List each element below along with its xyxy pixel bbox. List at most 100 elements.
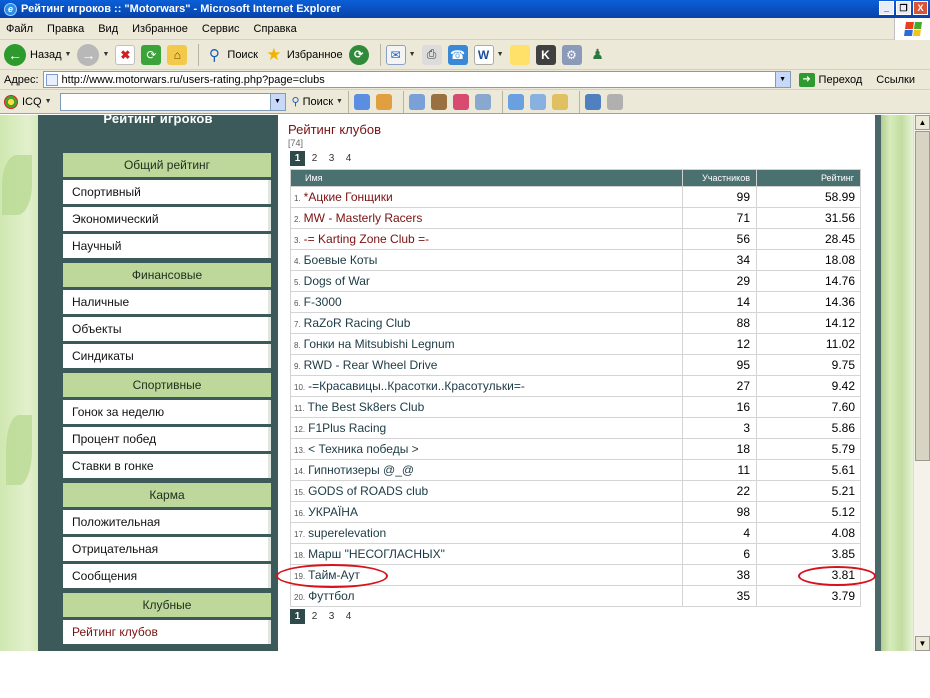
k-button[interactable]: K (535, 44, 556, 65)
club-name-link[interactable]: superelevation (308, 526, 386, 540)
refresh-button[interactable]: ⟳ (141, 44, 162, 65)
column-header-rating[interactable]: Рейтинг (756, 169, 861, 187)
page-3-link[interactable]: 3 (324, 151, 339, 166)
go-button[interactable]: Переход (819, 74, 863, 86)
globe-icon[interactable] (353, 93, 370, 110)
mail-button[interactable]: ✉ ▼ (385, 44, 416, 65)
chevron-down-icon[interactable]: ▼ (269, 93, 285, 110)
settings-icon[interactable] (606, 93, 623, 110)
club-name-link[interactable]: MW - Masterly Racers (304, 211, 423, 225)
links-button[interactable]: Ссылки (876, 74, 915, 86)
sidebar-item-messages[interactable]: Сообщения (63, 564, 271, 588)
menu-file[interactable]: Файл (6, 23, 33, 35)
club-name-link[interactable]: The Best Sk8ers Club (308, 400, 425, 414)
menu-tools[interactable]: Сервис (202, 23, 240, 35)
network-icon[interactable] (507, 93, 524, 110)
club-name-link[interactable]: Гипнотизеры @_@ (308, 463, 414, 477)
back-button[interactable]: ← Назад ▼ (4, 43, 72, 66)
edit-button[interactable]: W ▼ (473, 44, 504, 65)
sidebar-item-win-percent[interactable]: Процент побед (63, 427, 271, 451)
club-name-link[interactable]: Марш "НЕСОГЛАСНЫХ" (308, 547, 445, 561)
games-icon[interactable] (430, 93, 447, 110)
sidebar-item-club-rating[interactable]: Рейтинг клубов (63, 620, 271, 644)
page-1-link[interactable]: 1 (290, 609, 305, 624)
media-button[interactable]: ⟳ (348, 44, 369, 65)
club-name-link[interactable]: < Техника победы > (308, 442, 419, 456)
sidebar-item-weekly-races[interactable]: Гонок за неделю (63, 400, 271, 424)
vertical-scrollbar[interactable]: ▲ ▼ (913, 115, 930, 651)
page-2-link[interactable]: 2 (307, 151, 322, 166)
menu-edit[interactable]: Правка (47, 23, 84, 35)
screen-icon[interactable] (584, 93, 601, 110)
transfer-icon[interactable] (529, 93, 546, 110)
minimize-button[interactable]: _ (879, 1, 894, 15)
search-button[interactable]: ⚲ Поиск (204, 45, 258, 65)
club-name-link[interactable]: Боевые Коты (304, 253, 378, 267)
messenger-button[interactable]: ☎ (447, 44, 468, 65)
page-4-link[interactable]: 4 (341, 151, 356, 166)
club-name-link[interactable]: -= Karting Zone Club =- (304, 232, 429, 246)
scroll-thumb[interactable] (915, 131, 930, 461)
chevron-down-icon[interactable]: ▼ (336, 98, 343, 105)
forward-button[interactable]: → ▼ (77, 43, 109, 66)
club-name-link[interactable]: -=Красавицы..Красотки..Красотульки=- (308, 379, 525, 393)
sidebar-item-negative[interactable]: Отрицательная (63, 537, 271, 561)
club-name-link[interactable]: УКРАЇНА (308, 505, 358, 519)
tools-button[interactable]: ⚙ (561, 44, 582, 65)
sidebar-item-science[interactable]: Научный (63, 234, 271, 258)
favorites-button[interactable]: ★ Избранное (264, 45, 342, 65)
sidebar-item-race-bets[interactable]: Ставки в гонке (63, 454, 271, 478)
page-3-link[interactable]: 3 (324, 609, 339, 624)
icq-search-input[interactable]: ▼ (59, 92, 286, 111)
column-header-name[interactable]: Имя (290, 169, 683, 187)
home-button[interactable]: ⌂ (167, 44, 188, 65)
chevron-down-icon[interactable]: ▼ (774, 72, 790, 87)
club-name-link[interactable]: RaZoR Racing Club (304, 316, 411, 330)
sidebar-item-sport[interactable]: Спортивный (63, 180, 271, 204)
club-name-link[interactable]: Футтбол (308, 589, 354, 603)
sidebar-item-positive[interactable]: Положительная (63, 510, 271, 534)
page-1-link[interactable]: 1 (290, 151, 305, 166)
chevron-down-icon[interactable]: ▼ (45, 98, 52, 105)
notes-button[interactable] (509, 44, 530, 65)
rating-cell: 5.79 (756, 438, 861, 460)
chevron-down-icon[interactable]: ▼ (65, 51, 72, 58)
sidebar-item-syndicates[interactable]: Синдикаты (63, 344, 271, 368)
page-2-link[interactable]: 2 (307, 609, 322, 624)
scroll-up-icon[interactable]: ▲ (915, 115, 930, 130)
club-name-link[interactable]: F-3000 (304, 295, 342, 309)
tools-icon[interactable] (474, 93, 491, 110)
gift-icon[interactable] (452, 93, 469, 110)
restore-button[interactable]: ❐ (896, 1, 911, 15)
sidebar-item-cash[interactable]: Наличные (63, 290, 271, 314)
sidebar-item-economic[interactable]: Экономический (63, 207, 271, 231)
club-name-link[interactable]: *Ацкие Гонщики (304, 190, 393, 204)
contacts-icon[interactable] (551, 93, 568, 110)
menu-favorites[interactable]: Избранное (132, 23, 188, 35)
close-button[interactable]: X (913, 1, 928, 15)
stop-button[interactable]: ✖ (115, 44, 136, 65)
print-button[interactable]: ⎙ (421, 44, 442, 65)
users-button[interactable]: ♟ (588, 45, 608, 65)
chevron-down-icon[interactable]: ▼ (409, 51, 416, 58)
icq-label[interactable]: ICQ (22, 96, 42, 108)
url-field[interactable]: http://www.motorwars.ru/users-rating.php… (42, 71, 791, 88)
menu-help[interactable]: Справка (254, 23, 297, 35)
scroll-down-icon[interactable]: ▼ (915, 636, 930, 651)
club-name-link[interactable]: RWD - Rear Wheel Drive (304, 358, 438, 372)
menu-view[interactable]: Вид (98, 23, 118, 35)
chevron-down-icon[interactable]: ▼ (102, 51, 109, 58)
rating-cell: 3.85 (756, 543, 861, 565)
column-header-members[interactable]: Участников (682, 169, 757, 187)
chat-icon[interactable] (408, 93, 425, 110)
club-name-link[interactable]: Гонки на Mitsubishi Legnum (304, 337, 455, 351)
people-icon[interactable] (375, 93, 392, 110)
go-arrow-icon[interactable]: ➜ (798, 72, 815, 87)
club-name-link[interactable]: F1Plus Racing (308, 421, 386, 435)
icq-search-button[interactable]: Поиск (303, 96, 333, 108)
club-name-link[interactable]: Dogs of War (304, 274, 370, 288)
sidebar-item-objects[interactable]: Объекты (63, 317, 271, 341)
club-name-link[interactable]: GODS of ROADS club (308, 484, 428, 498)
chevron-down-icon[interactable]: ▼ (497, 51, 504, 58)
page-4-link[interactable]: 4 (341, 609, 356, 624)
